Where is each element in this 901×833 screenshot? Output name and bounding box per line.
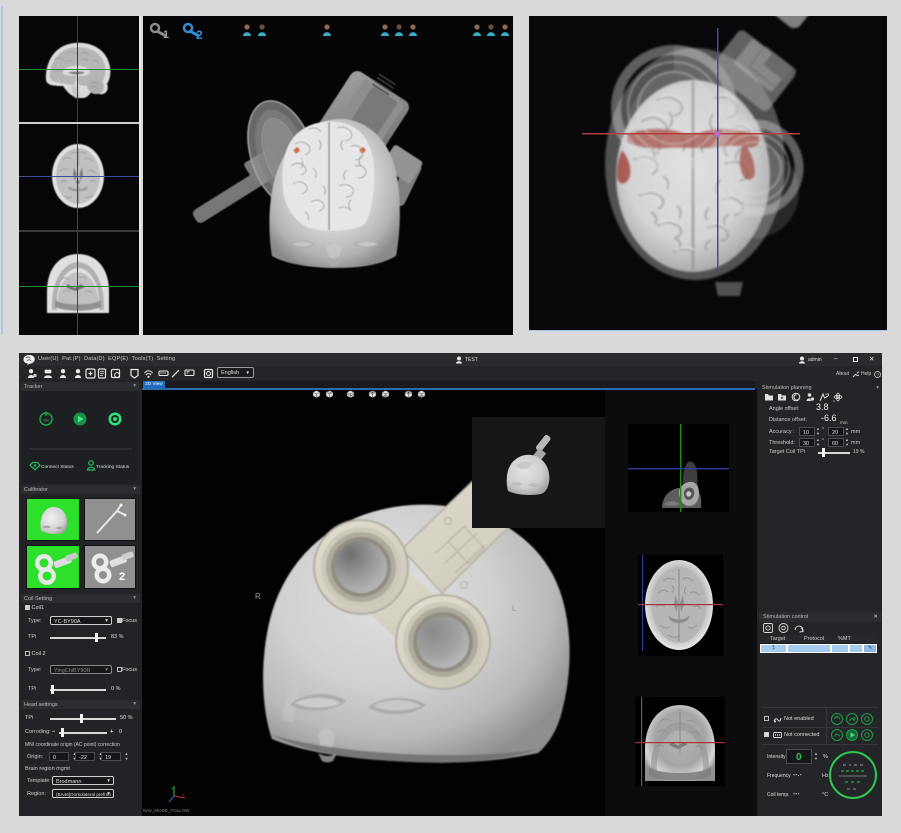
svg-text:X: X	[182, 792, 185, 797]
svg-text:2: 2	[119, 571, 125, 583]
svg-text:?: ?	[876, 373, 879, 378]
svg-text:Y: Y	[171, 786, 174, 791]
svg-text:2: 2	[196, 28, 203, 42]
svg-text:1: 1	[163, 29, 169, 41]
svg-text:ON: ON	[43, 419, 49, 423]
